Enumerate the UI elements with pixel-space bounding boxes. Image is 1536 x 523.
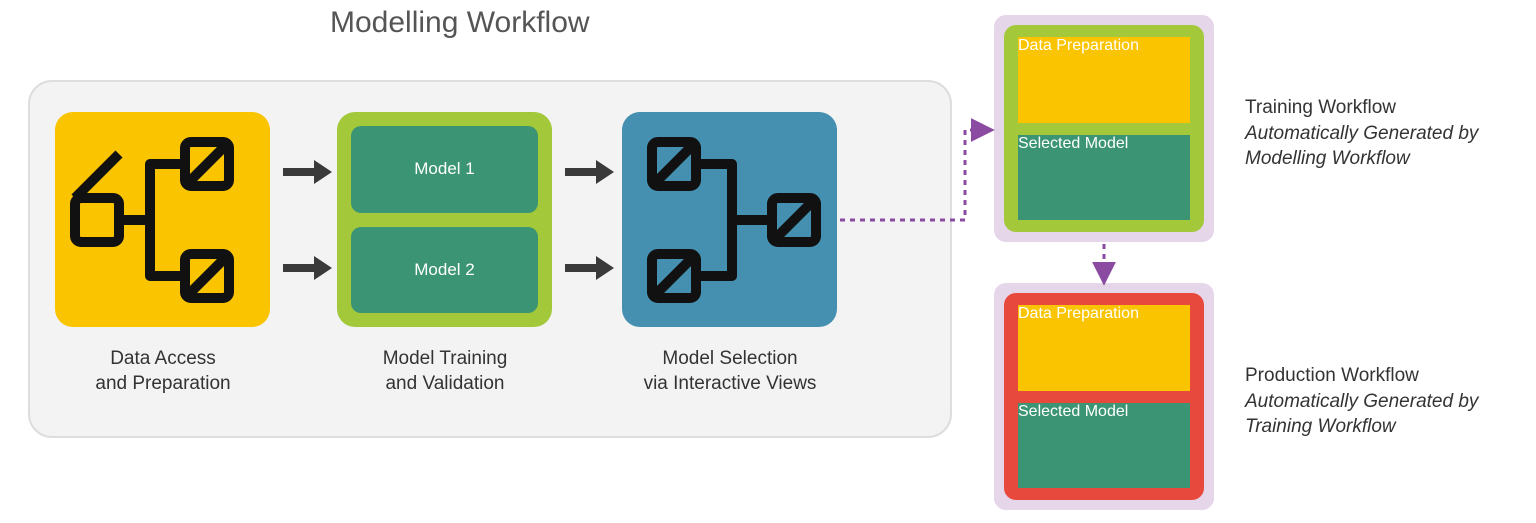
production-workflow-inner: Data Preparation Selected Model xyxy=(1004,293,1204,500)
model-2-box: Model 2 xyxy=(351,227,538,314)
production-workflow-label: Production Workflow Automatically Genera… xyxy=(1245,363,1515,440)
model-selection-node xyxy=(622,112,837,327)
data-access-caption: Data Accessand Preparation xyxy=(68,347,258,396)
model-selection-caption: Model Selectionvia Interactive Views xyxy=(605,347,855,396)
model-1-box: Model 1 xyxy=(351,126,538,213)
production-workflow-box: Data Preparation Selected Model xyxy=(994,283,1214,510)
production-workflow-subtitle: Automatically Generated by Training Work… xyxy=(1245,389,1515,440)
arrow-icon xyxy=(283,160,332,184)
model-training-caption: Model Trainingand Validation xyxy=(350,347,540,396)
model-training-node: Model 1 Model 2 xyxy=(337,112,552,327)
training-workflow-subtitle: Automatically Generated by Modelling Wor… xyxy=(1245,121,1515,172)
arrow-icon xyxy=(565,160,614,184)
training-workflow-label: Training Workflow Automatically Generate… xyxy=(1245,95,1515,172)
production-data-prep-box: Data Preparation xyxy=(1018,305,1190,391)
diagram-canvas: Modelling Workflow Model 1 Model 2 xyxy=(0,0,1536,523)
production-selected-model-box: Selected Model xyxy=(1018,403,1190,489)
training-data-prep-box: Data Preparation xyxy=(1018,37,1190,123)
training-selected-model-box: Selected Model xyxy=(1018,135,1190,221)
training-workflow-title: Training Workflow xyxy=(1245,95,1515,121)
training-workflow-inner: Data Preparation Selected Model xyxy=(1004,25,1204,232)
data-access-node xyxy=(55,112,270,327)
production-workflow-title: Production Workflow xyxy=(1245,363,1515,389)
arrow-icon xyxy=(565,256,614,280)
training-workflow-box: Data Preparation Selected Model xyxy=(994,15,1214,242)
split-flow-icon xyxy=(55,112,270,327)
merge-flow-icon xyxy=(622,112,837,327)
arrow-icon xyxy=(283,256,332,280)
diagram-title: Modelling Workflow xyxy=(330,6,590,40)
